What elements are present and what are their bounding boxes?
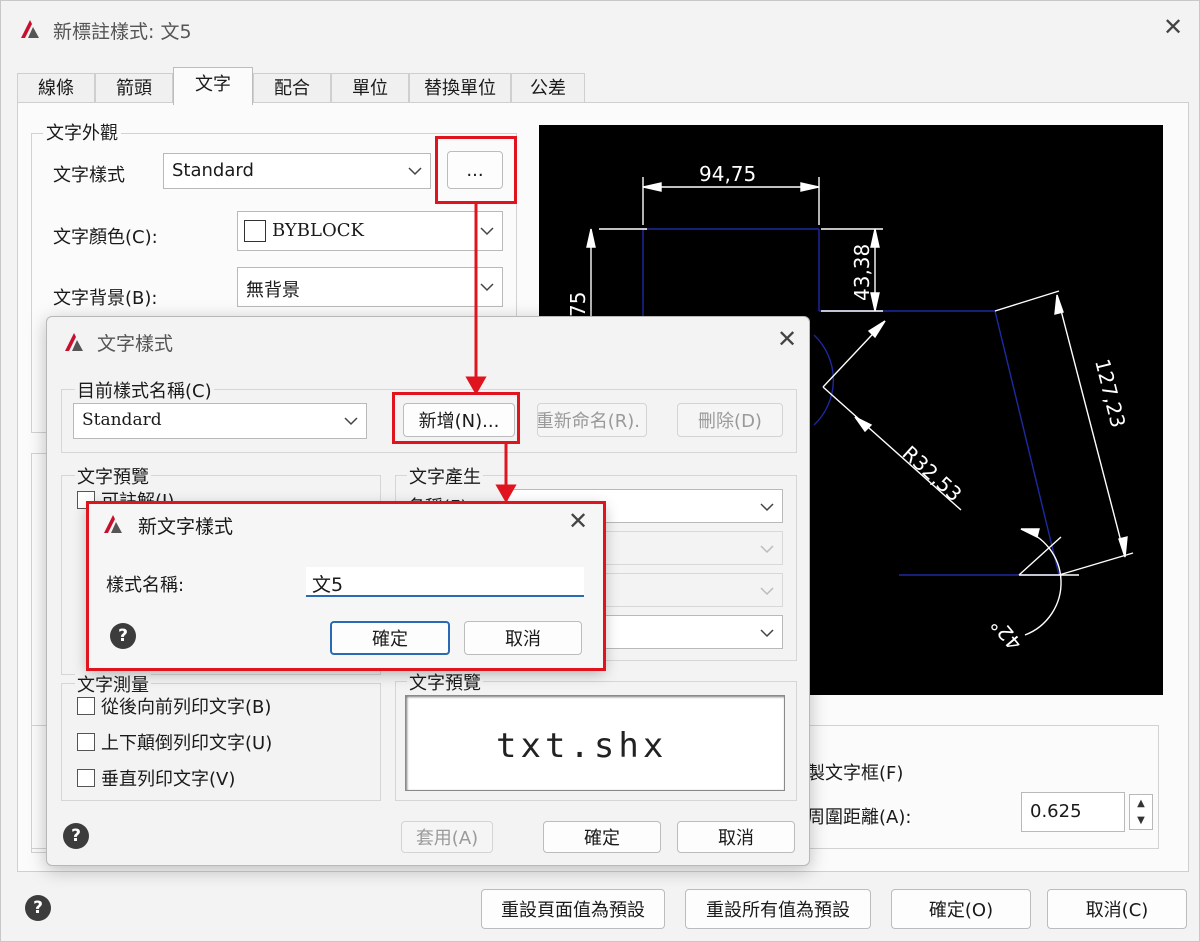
title-bar: 新標註樣式: 文5 ✕ [1, 1, 1199, 59]
text-color-value: BYBLOCK [272, 220, 364, 241]
current-style-value: Standard [82, 410, 162, 430]
vertical-checkbox[interactable] [77, 769, 95, 787]
offset-input[interactable]: 0.625 [1021, 792, 1125, 832]
new-style-ok-button[interactable]: 確定 [330, 621, 450, 655]
apply-button[interactable]: 套用(A) [401, 821, 493, 853]
tab-lines[interactable]: 線條 [17, 73, 95, 103]
spin-up-icon[interactable]: ▲ [1130, 795, 1152, 812]
new-style-cancel-button[interactable]: 取消 [464, 621, 582, 655]
text-color-label: 文字顏色(C): [53, 227, 158, 248]
dim-text-diagonal: 127,23 [1090, 356, 1130, 430]
help-icon[interactable]: ? [110, 623, 136, 649]
chevron-down-icon [756, 538, 778, 560]
close-icon[interactable]: ✕ [777, 325, 797, 353]
style-preview-label: 文字預覽 [75, 463, 151, 489]
font-preview-text: txt.shx [496, 726, 668, 766]
offset-spinner[interactable]: ▲ ▼ [1129, 794, 1153, 830]
chevron-down-icon [476, 276, 498, 298]
chevron-down-icon [340, 410, 362, 432]
text-color-select[interactable]: BYBLOCK [237, 211, 503, 251]
dim-text-left: 75 [566, 292, 590, 317]
font-group-label: 文字產生 [407, 463, 483, 489]
chevron-down-icon [756, 580, 778, 602]
close-icon[interactable]: ✕ [568, 507, 588, 535]
tab-tolerances[interactable]: 公差 [511, 73, 585, 103]
fill-color-value: 無背景 [246, 280, 300, 301]
vertical-label: 垂直列印文字(V) [101, 769, 236, 790]
tab-text[interactable]: 文字 [173, 67, 253, 105]
tab-alternate-units[interactable]: 替換單位 [409, 73, 511, 103]
tab-units[interactable]: 單位 [331, 73, 409, 103]
offset-label: 周圍距離(A): [807, 807, 912, 828]
app-logo-icon [19, 18, 41, 40]
help-icon[interactable]: ? [63, 823, 89, 849]
color-swatch [244, 220, 266, 242]
reset-all-button[interactable]: 重設所有值為預設 [685, 889, 871, 929]
style-name-input[interactable]: 文5 [306, 567, 584, 597]
current-style-select[interactable]: Standard [73, 403, 367, 439]
dim-text-right: 43,38 [850, 244, 874, 301]
window-title: 新標註樣式: 文5 [53, 21, 192, 43]
chevron-down-icon [476, 220, 498, 242]
offset-value: 0.625 [1030, 801, 1082, 822]
font-preview-box: txt.shx [405, 695, 785, 791]
main-ok-button[interactable]: 確定(O) [891, 889, 1031, 929]
close-icon[interactable]: ✕ [1163, 13, 1183, 41]
chevron-down-icon [756, 622, 778, 644]
browse-text-style-button[interactable]: ... [447, 151, 503, 189]
text-style-dialog-title: 文字樣式 [97, 333, 174, 355]
app-logo-icon [102, 513, 124, 535]
fill-color-select[interactable]: 無背景 [237, 267, 503, 307]
backwards-label: 從後向前列印文字(B) [101, 697, 272, 718]
draw-frame-label: 製文字框(F) [807, 763, 904, 784]
style-name-label: 樣式名稱: [106, 575, 185, 596]
help-icon[interactable]: ? [25, 895, 51, 921]
new-style-button[interactable]: 新增(N)... [403, 403, 515, 437]
text-style-value: Standard [172, 160, 254, 181]
text-style-select[interactable]: Standard [163, 153, 431, 189]
dim-text-angle: 42° [986, 613, 1027, 656]
new-text-style-dialog: 新文字樣式 ✕ 樣式名稱: 文5 ? 確定 取消 [88, 503, 604, 669]
chevron-down-icon [404, 160, 426, 182]
spin-down-icon[interactable]: ▼ [1130, 812, 1152, 829]
text-appearance-label: 文字外觀 [43, 119, 121, 145]
tab-arrows[interactable]: 箭頭 [95, 73, 173, 103]
style-name-value: 文5 [312, 574, 344, 596]
rename-style-button[interactable]: 重新命名(R). [537, 403, 647, 437]
upside-down-checkbox[interactable] [77, 733, 95, 751]
delete-style-button[interactable]: 刪除(D) [677, 403, 783, 437]
dim-text-radius: R32,53 [898, 441, 967, 506]
main-cancel-button[interactable]: 取消(C) [1047, 889, 1187, 929]
upside-down-label: 上下顛倒列印文字(U) [101, 733, 273, 754]
text-style-label: 文字樣式 [53, 165, 125, 186]
current-style-label: 目前樣式名稱(C) [75, 377, 214, 403]
chevron-down-icon [756, 496, 778, 518]
app-logo-icon [63, 331, 85, 353]
reset-page-button[interactable]: 重設頁面值為預設 [481, 889, 665, 929]
preview-area-label: 文字預覽 [407, 669, 483, 695]
fill-color-label: 文字背景(B): [53, 288, 158, 309]
tab-fit[interactable]: 配合 [253, 73, 331, 103]
style-ok-button[interactable]: 確定 [543, 821, 661, 853]
new-style-title: 新文字樣式 [138, 516, 234, 538]
backwards-checkbox[interactable] [77, 697, 95, 715]
dim-text-top: 94,75 [699, 162, 756, 186]
style-cancel-button[interactable]: 取消 [677, 821, 795, 853]
